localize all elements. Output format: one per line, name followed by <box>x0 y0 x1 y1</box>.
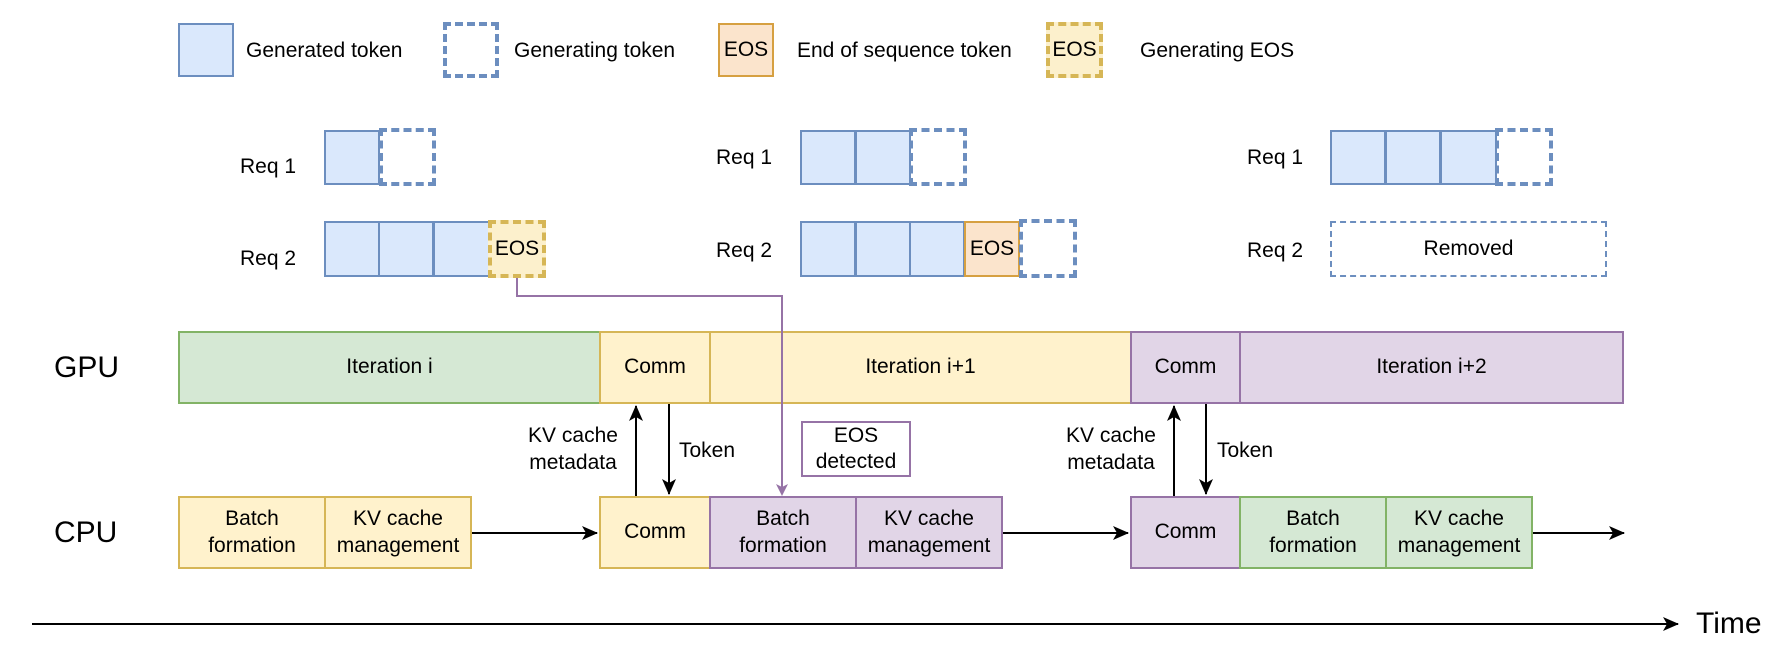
time-axis-label: Time <box>1696 607 1762 640</box>
eos-detection-arrow <box>516 278 788 496</box>
connector-layer <box>32 278 1679 631</box>
